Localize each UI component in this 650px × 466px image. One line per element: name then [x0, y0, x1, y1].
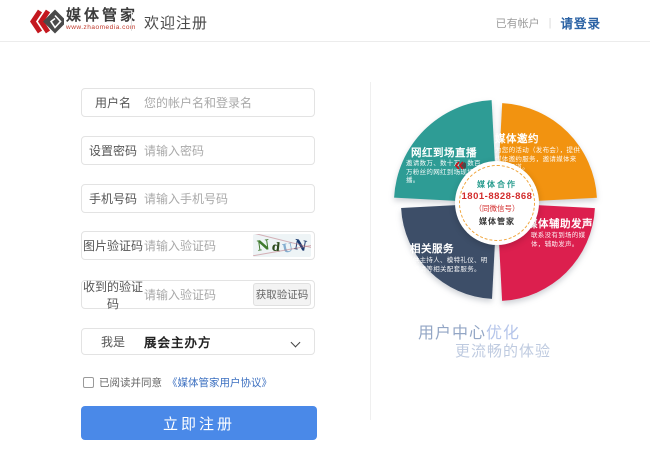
segment-desc-services: 提供主持人、模特礼仪、明星邀请等相关配套服务。 [406, 257, 490, 274]
registration-page: 媒体管家 www.zhaomedia.com 欢迎注册 已有帐户 | 请登录 用… [0, 0, 650, 466]
get-code-button[interactable]: 获取验证码 [253, 283, 311, 306]
captcha-input[interactable] [144, 239, 244, 253]
center-wechat-note: （同微信号） [475, 203, 520, 214]
register-button[interactable]: 立即注册 [81, 406, 317, 440]
brand-logo-mini-icon [455, 161, 466, 170]
captcha-char: N [293, 237, 308, 253]
captcha-image[interactable]: N d U N [253, 234, 311, 257]
segment-desc-voice: 联系没有到场的媒体，辅助发声。 [531, 232, 593, 249]
password-label: 设置密码 [82, 142, 144, 159]
captcha-char: N [256, 238, 271, 254]
agreement-checkbox[interactable] [83, 377, 94, 388]
promo-center-badge: 媒体合作 1801-8828-868 （同微信号） 媒体管家 [455, 161, 539, 245]
promo-diagram: 网红到场直播 邀请数万、数十万、数百万粉丝的网红到场现场直播。 媒体邀约 为您的… [385, 95, 610, 310]
phone-row: 手机号码 [81, 184, 315, 213]
brand-logo-icon [30, 8, 64, 35]
password-input[interactable] [144, 144, 314, 158]
sms-code-label: 收到的验证码 [82, 278, 144, 312]
username-row: 用户名 [81, 88, 315, 117]
brand-name: 媒体管家 [66, 8, 138, 24]
agreement-row: 已阅读并同意 《媒体管家用户协议》 [83, 375, 272, 390]
phone-input[interactable] [144, 192, 314, 206]
segment-title-voice: 媒体辅助发声 [527, 216, 593, 231]
header-pipe: | [549, 17, 552, 29]
center-brand-name: 媒体管家 [479, 216, 515, 227]
header-separator [131, 11, 132, 31]
segment-title-services: 相关服务 [410, 241, 454, 256]
sms-code-input[interactable] [144, 288, 244, 302]
center-phone: 1801-8828-868 [462, 191, 533, 202]
header: 媒体管家 www.zhaomedia.com 欢迎注册 已有帐户 | 请登录 [0, 0, 650, 42]
brand-url: www.zhaomedia.com [66, 24, 138, 31]
tagline-line2: 更流畅的体验 [455, 340, 551, 361]
center-brand-row: 媒体管家 [479, 216, 515, 227]
captcha-label: 图片验证码 [82, 237, 144, 254]
vertical-divider [370, 82, 371, 420]
login-link[interactable]: 请登录 [560, 13, 601, 32]
captcha-row: 图片验证码 N d U N [81, 231, 315, 260]
phone-label: 手机号码 [82, 190, 144, 207]
password-row: 设置密码 [81, 136, 315, 165]
sms-code-row: 收到的验证码 获取验证码 [81, 280, 315, 309]
role-label: 我是 [82, 333, 144, 350]
center-coop-text: 媒体合作 [477, 179, 517, 190]
username-label: 用户名 [82, 94, 144, 111]
username-input[interactable] [144, 96, 314, 110]
agreement-text: 已阅读并同意 [99, 375, 162, 390]
page-title: 欢迎注册 [144, 12, 208, 33]
have-account-text: 已有帐户 [496, 15, 540, 31]
segment-title-live: 网红到场直播 [411, 145, 477, 160]
header-right: 已有帐户 | 请登录 [496, 13, 601, 32]
captcha-char: d [271, 240, 281, 253]
agreement-link[interactable]: 《媒体管家用户协议》 [167, 375, 272, 390]
role-select-row[interactable]: 我是 展会主办方 [81, 328, 315, 355]
segment-title-invite: 媒体邀约 [495, 131, 539, 146]
brand-block: 媒体管家 www.zhaomedia.com [66, 8, 138, 31]
role-selected-value: 展会主办方 [144, 332, 314, 351]
